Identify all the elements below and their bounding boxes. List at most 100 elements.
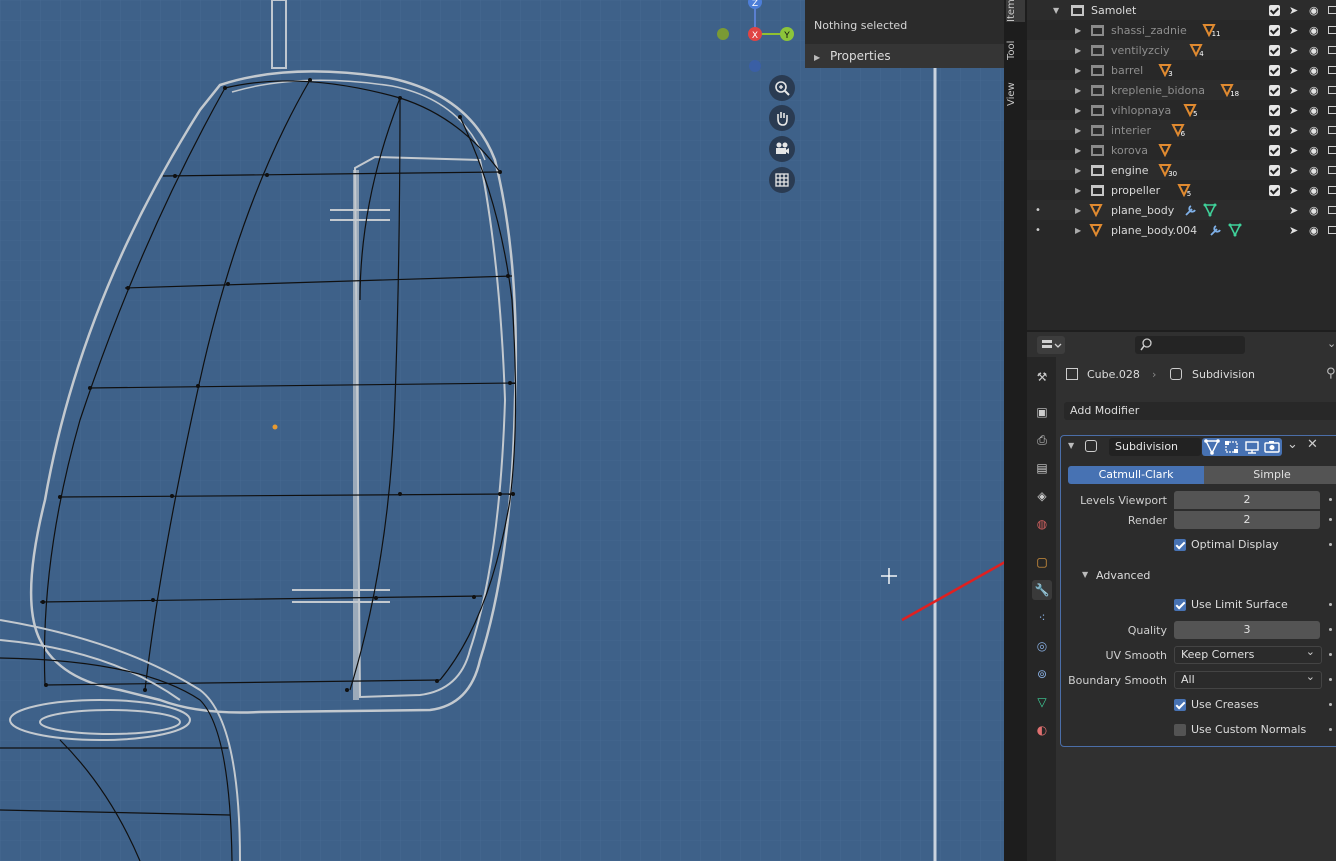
exclude-checkbox[interactable] xyxy=(1269,24,1280,36)
visibility-eye-icon[interactable]: ◉ xyxy=(1309,164,1319,177)
tab-world[interactable]: ◍ xyxy=(1032,514,1052,534)
selectable-icon[interactable]: ➤ xyxy=(1289,204,1298,217)
render-monitor-icon[interactable] xyxy=(1328,146,1336,154)
tab-tool[interactable]: Tool xyxy=(1006,36,1025,64)
render-monitor-icon[interactable] xyxy=(1328,46,1336,54)
selectable-icon[interactable]: ➤ xyxy=(1289,104,1298,117)
tab-output[interactable]: ⎙ xyxy=(1032,430,1052,450)
animate-property-dot[interactable] xyxy=(1329,728,1332,731)
animate-property-dot[interactable] xyxy=(1329,678,1332,681)
visibility-eye-icon[interactable]: ◉ xyxy=(1309,124,1319,137)
selectable-icon[interactable]: ➤ xyxy=(1289,24,1298,37)
outliner-item[interactable]: ▶ barrel 3 ➤ ◉ xyxy=(1027,60,1336,80)
expand-icon[interactable]: ▶ xyxy=(1075,66,1081,75)
use-custom-normals-checkbox[interactable] xyxy=(1174,724,1186,736)
exclude-checkbox[interactable] xyxy=(1269,104,1280,116)
tab-tool-settings[interactable]: ⚒ xyxy=(1032,367,1052,387)
grid-icon[interactable] xyxy=(769,167,795,193)
expand-icon[interactable]: ▶ xyxy=(1075,46,1081,55)
pan-hand-icon[interactable] xyxy=(769,105,795,131)
expand-icon[interactable]: ▶ xyxy=(1075,106,1081,115)
tab-view[interactable]: View xyxy=(1006,80,1025,108)
selectable-icon[interactable]: ➤ xyxy=(1289,144,1298,157)
render-monitor-icon[interactable] xyxy=(1328,106,1336,114)
animate-property-dot[interactable] xyxy=(1329,518,1332,521)
expand-icon[interactable]: ▶ xyxy=(1075,86,1081,95)
tab-data[interactable]: ▽ xyxy=(1032,692,1052,712)
tab-view-layer[interactable]: ▤ xyxy=(1032,458,1052,478)
tab-scene[interactable]: ◈ xyxy=(1032,486,1052,506)
modifier-name-input[interactable]: Subdivision xyxy=(1109,438,1201,456)
expand-icon[interactable]: ▶ xyxy=(1075,166,1081,175)
tab-item[interactable]: Item xyxy=(1006,0,1025,22)
exclude-checkbox[interactable] xyxy=(1269,84,1280,96)
tab-modifiers[interactable]: 🔧 xyxy=(1032,580,1052,600)
selectable-icon[interactable]: ➤ xyxy=(1289,184,1298,197)
outliner-item[interactable]: ▶ interier 6 ➤ ◉ xyxy=(1027,120,1336,140)
render-levels-field[interactable]: 2 xyxy=(1174,511,1320,529)
visibility-eye-icon[interactable]: ◉ xyxy=(1309,24,1319,37)
render-monitor-icon[interactable] xyxy=(1328,26,1336,34)
render-monitor-icon[interactable] xyxy=(1328,6,1336,14)
tab-object[interactable]: ▢ xyxy=(1032,552,1052,572)
properties-search-input[interactable] xyxy=(1135,336,1245,354)
realtime-display-icon[interactable] xyxy=(1242,438,1262,456)
outliner-item[interactable]: • ▶ plane_body ➤ ◉ xyxy=(1027,200,1336,220)
advanced-section-label[interactable]: Advanced xyxy=(1096,569,1150,582)
animate-property-dot[interactable] xyxy=(1329,653,1332,656)
outliner-item[interactable]: • ▶ plane_body.004 ➤ ◉ xyxy=(1027,220,1336,240)
tab-simple[interactable]: Simple xyxy=(1204,466,1336,484)
visibility-eye-icon[interactable]: ◉ xyxy=(1309,184,1319,197)
render-monitor-icon[interactable] xyxy=(1328,226,1336,234)
animate-property-dot[interactable] xyxy=(1329,703,1332,706)
exclude-checkbox[interactable] xyxy=(1269,124,1280,136)
visibility-eye-icon[interactable]: ◉ xyxy=(1309,84,1319,97)
exclude-checkbox[interactable] xyxy=(1269,184,1280,196)
expand-icon[interactable]: ▶ xyxy=(1075,186,1081,195)
outliner-item[interactable]: ▶ propeller 5 ➤ ◉ xyxy=(1027,180,1336,200)
render-monitor-icon[interactable] xyxy=(1328,206,1336,214)
camera-icon[interactable] xyxy=(769,136,795,162)
render-monitor-icon[interactable] xyxy=(1328,86,1336,94)
pin-icon[interactable]: ⚲ xyxy=(1326,366,1336,381)
render-monitor-icon[interactable] xyxy=(1328,126,1336,134)
tab-material[interactable]: ◐ xyxy=(1032,720,1052,740)
visibility-eye-icon[interactable]: ◉ xyxy=(1309,44,1319,57)
render-camera-icon[interactable] xyxy=(1262,438,1282,456)
selectable-icon[interactable]: ➤ xyxy=(1289,44,1298,57)
tab-particles[interactable]: ⁖ xyxy=(1032,608,1052,628)
use-creases-checkbox[interactable] xyxy=(1174,699,1186,711)
animate-property-dot[interactable] xyxy=(1329,628,1332,631)
levels-viewport-field[interactable]: 2 xyxy=(1174,491,1320,509)
visibility-eye-icon[interactable]: ◉ xyxy=(1309,224,1319,237)
exclude-checkbox[interactable] xyxy=(1269,144,1280,156)
render-monitor-icon[interactable] xyxy=(1328,166,1336,174)
selectable-icon[interactable]: ➤ xyxy=(1289,4,1298,17)
edit-mode-toggle-icon[interactable] xyxy=(1202,438,1222,456)
animate-property-dot[interactable] xyxy=(1329,543,1332,546)
selectable-icon[interactable]: ➤ xyxy=(1289,164,1298,177)
visibility-eye-icon[interactable]: ◉ xyxy=(1309,104,1319,117)
advanced-collapse-icon[interactable]: ▼ xyxy=(1082,570,1088,579)
collapse-triangle-icon[interactable]: ▼ xyxy=(1068,441,1074,450)
optimal-display-checkbox[interactable] xyxy=(1174,539,1186,551)
outliner-item[interactable]: ▶ korova ➤ ◉ xyxy=(1027,140,1336,160)
animate-property-dot[interactable] xyxy=(1329,498,1332,501)
visibility-eye-icon[interactable]: ◉ xyxy=(1309,144,1319,157)
expand-icon[interactable]: ▶ xyxy=(1075,226,1081,235)
render-monitor-icon[interactable] xyxy=(1328,186,1336,194)
tab-constraints[interactable]: ⊚ xyxy=(1032,664,1052,684)
wrench-modifier-icon[interactable] xyxy=(1183,203,1197,217)
selectable-icon[interactable]: ➤ xyxy=(1289,84,1298,97)
selectable-icon[interactable]: ➤ xyxy=(1289,124,1298,137)
visibility-eye-icon[interactable]: ◉ xyxy=(1309,204,1319,217)
expand-icon[interactable]: ▶ xyxy=(1075,146,1081,155)
outliner-item[interactable]: ▶ shassi_zadnie 11 ➤ ◉ xyxy=(1027,20,1336,40)
editor-type-button[interactable] xyxy=(1037,336,1065,354)
zoom-icon[interactable] xyxy=(769,75,795,101)
tab-render[interactable]: ▣ xyxy=(1032,402,1052,422)
outliner-item[interactable]: ▶ engine 30 ➤ ◉ xyxy=(1027,160,1336,180)
use-limit-surface-checkbox[interactable] xyxy=(1174,599,1186,611)
exclude-checkbox[interactable] xyxy=(1269,4,1280,16)
selectable-icon[interactable]: ➤ xyxy=(1289,64,1298,77)
